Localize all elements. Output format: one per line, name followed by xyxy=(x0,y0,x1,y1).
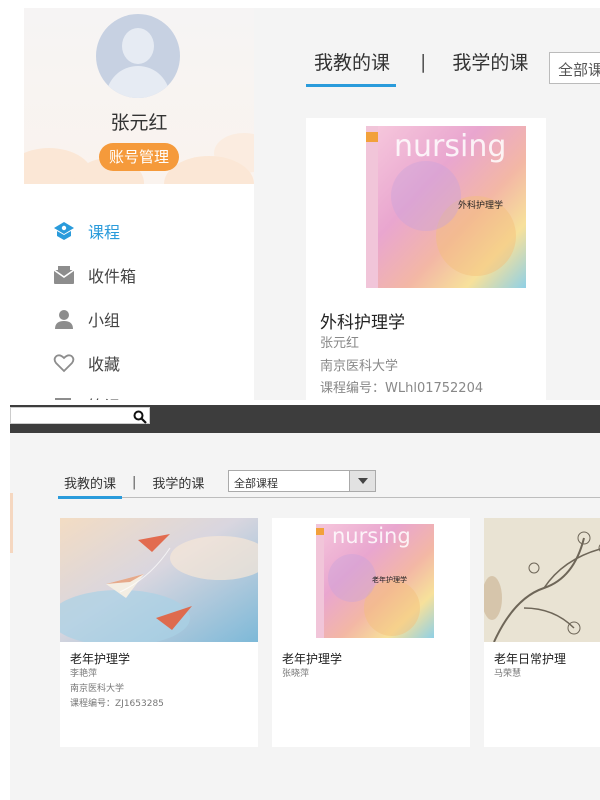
full-view: 我教的课 | 我学的课 全部课程 老年护理学 李艳萍 南京医科大学 课程编号：Z… xyxy=(0,405,600,800)
tab-learning[interactable]: 我学的课 xyxy=(152,473,204,492)
sidebar-item-notes[interactable]: 笔记 xyxy=(52,393,242,400)
tab-separator: | xyxy=(420,50,427,73)
course-filter-select[interactable]: 全部课程 xyxy=(549,52,600,84)
main-content: 我教的课 | 我学的课 全部课程 老年护理学 李艳萍 南京医科大学 课程编号：Z… xyxy=(10,433,600,800)
search-icon[interactable] xyxy=(133,409,147,424)
course-teacher: 张晓萍 xyxy=(282,669,310,679)
sidebar-item-label: 收藏 xyxy=(88,355,121,374)
course-cover-image xyxy=(60,518,258,642)
course-tabs: 我教的课 | 我学的课 xyxy=(314,48,528,75)
course-card[interactable]: nursing 外科护理学 外科护理学 张元红 南京医科大学 课程编号：WLhl… xyxy=(306,118,546,400)
course-cover-image: nursing 外科护理学 xyxy=(366,126,532,288)
course-school: 南京医科大学 xyxy=(70,684,125,694)
tab-separator: | xyxy=(132,475,137,490)
sidebar-item-label: 笔记 xyxy=(88,393,120,400)
cover-text: nursing xyxy=(394,129,506,164)
sidebar-item-inbox[interactable]: 收件箱 xyxy=(52,263,242,287)
course-teacher: 马荣慧 xyxy=(494,669,522,679)
tab-learning[interactable]: 我学的课 xyxy=(452,48,528,75)
course-tabs: 我教的课 | 我学的课 xyxy=(64,473,204,492)
zoomed-view: 张元红 账号管理 课程 收件箱 小组 收藏 我教的课 | 我学的课 全部 nur… xyxy=(0,0,600,400)
account-management-button[interactable]: 账号管理 xyxy=(99,143,179,171)
user-name: 张元红 xyxy=(110,112,168,134)
tabs-divider xyxy=(58,497,600,498)
tab-teaching[interactable]: 我教的课 xyxy=(314,48,390,75)
course-code: 课程编号：WLhl01752204 xyxy=(320,381,484,396)
course-cover-image: nursing 老年护理学 xyxy=(272,518,470,642)
avatar[interactable] xyxy=(96,14,180,98)
search-input[interactable] xyxy=(10,407,150,424)
sidebar-item-group[interactable]: 小组 xyxy=(52,307,242,331)
course-title: 外科护理学 xyxy=(320,313,405,333)
sidebar-item-label: 收件箱 xyxy=(88,267,137,286)
select-value: 全部课程 xyxy=(234,477,278,490)
active-tab-indicator xyxy=(58,496,122,499)
sidebar-item-label: 课程 xyxy=(88,223,121,242)
course-school: 南京医科大学 xyxy=(320,359,399,374)
course-teacher: 张元红 xyxy=(320,336,360,351)
course-teacher: 李艳萍 xyxy=(70,669,98,679)
sidebar: 张元红 账号管理 课程 收件箱 小组 收藏 xyxy=(24,8,254,400)
course-card[interactable]: 老年护理学 李艳萍 南京医科大学 课程编号：ZJ1653285 xyxy=(60,518,258,747)
tab-teaching[interactable]: 我教的课 xyxy=(64,473,116,492)
course-code: 课程编号：ZJ1653285 xyxy=(70,699,164,709)
active-tab-indicator xyxy=(306,84,396,87)
course-icon xyxy=(52,220,76,242)
course-title: 老年日常护理 xyxy=(494,652,567,666)
chevron-down-icon[interactable] xyxy=(349,471,375,491)
sidebar-item-label: 小组 xyxy=(88,311,121,330)
profile-panel: 张元红 账号管理 xyxy=(24,8,254,184)
note-icon xyxy=(52,394,76,400)
course-filter-select[interactable]: 全部课程 xyxy=(228,470,376,492)
cover-book-title: 老年护理学 xyxy=(372,575,407,584)
top-bar xyxy=(10,405,600,433)
cover-book-title: 外科护理学 xyxy=(458,199,503,211)
group-icon xyxy=(52,308,76,330)
inbox-icon xyxy=(52,264,76,286)
course-title: 老年护理学 xyxy=(70,652,131,666)
main-content: 我教的课 | 我学的课 全部课程 nursing xyxy=(254,8,600,400)
sidebar-item-favorites[interactable]: 收藏 xyxy=(52,351,242,375)
course-card[interactable]: nursing 老年护理学 老年护理学 张晓萍 xyxy=(272,518,470,747)
sidebar-item-course[interactable]: 课程 xyxy=(52,219,242,243)
course-cover-image xyxy=(484,518,600,642)
course-title: 老年护理学 xyxy=(282,652,343,666)
cover-text: nursing xyxy=(332,524,411,548)
course-card[interactable]: 老年日常护理 马荣慧 xyxy=(484,518,600,747)
heart-icon xyxy=(52,352,76,374)
